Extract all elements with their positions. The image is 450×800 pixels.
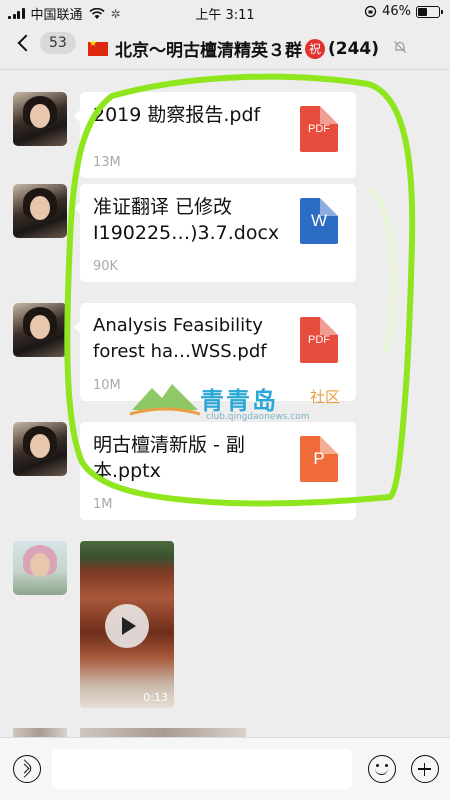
input-bar <box>0 737 450 800</box>
file-size: 13M <box>93 155 121 170</box>
message-input[interactable] <box>52 749 352 789</box>
watermark-url: club.qingdaonews.com <box>206 412 310 422</box>
mute-bell-icon <box>394 41 406 53</box>
watermark-name: 青青岛 <box>200 387 278 415</box>
file-card[interactable]: 2019 勘察报告.pdf 13M PDF <box>74 92 356 178</box>
chevron-left-icon <box>17 34 35 52</box>
video-duration: 0:13 <box>143 691 168 704</box>
pdf-icon: PDF <box>300 106 338 152</box>
voice-icon[interactable] <box>13 755 41 783</box>
file-size: 90K <box>93 259 119 274</box>
blessing-badge: 祝 <box>305 38 325 59</box>
file-name: 准证翻译 已修改 I190225…)3.7.docx <box>93 196 280 244</box>
ppt-icon: P <box>300 436 338 482</box>
emoji-icon[interactable] <box>368 755 396 783</box>
battery-icon <box>416 5 443 18</box>
back-button[interactable]: 53 <box>14 32 76 54</box>
chat-title[interactable]: 北京～明古檀清精英３群 祝 (244) <box>88 36 379 61</box>
file-size: 1M <box>93 497 113 512</box>
avatar[interactable] <box>13 422 67 476</box>
watermark-logo: 青青岛 社区 club.qingdaonews.com <box>130 378 360 438</box>
avatar[interactable] <box>13 303 67 357</box>
file-card[interactable]: 准证翻译 已修改 I190225…)3.7.docx 90K W <box>74 184 356 282</box>
unread-count-badge: 53 <box>40 32 76 54</box>
avatar[interactable] <box>13 92 67 146</box>
word-icon: W <box>300 198 338 244</box>
file-size: 10M <box>93 378 121 393</box>
pdf-icon: PDF <box>300 317 338 363</box>
watermark-suffix: 社区 <box>310 388 341 406</box>
group-name: 北京～明古檀清精英３群 <box>115 41 302 61</box>
file-name: 2019 勘察报告.pdf <box>93 104 261 126</box>
china-flag-icon <box>88 39 108 56</box>
member-count: (244) <box>328 38 380 59</box>
status-bar: 中国联通 ✲ 上午 3:11 46% <box>0 0 450 24</box>
play-icon[interactable] <box>105 604 149 648</box>
video-thumbnail[interactable]: 0:13 <box>80 541 174 708</box>
avatar[interactable] <box>13 184 67 238</box>
file-name: 明古檀清新版 - 副本.pptx <box>93 434 245 482</box>
plus-icon[interactable] <box>411 755 439 783</box>
battery-percent: 46% <box>382 4 411 19</box>
file-name: Analysis Feasibility forest ha…WSS.pdf <box>93 315 267 362</box>
chat-header: 53 北京～明古檀清精英３群 祝 (244) <box>0 24 450 70</box>
avatar[interactable] <box>13 541 67 595</box>
rotation-lock-icon <box>364 5 377 18</box>
